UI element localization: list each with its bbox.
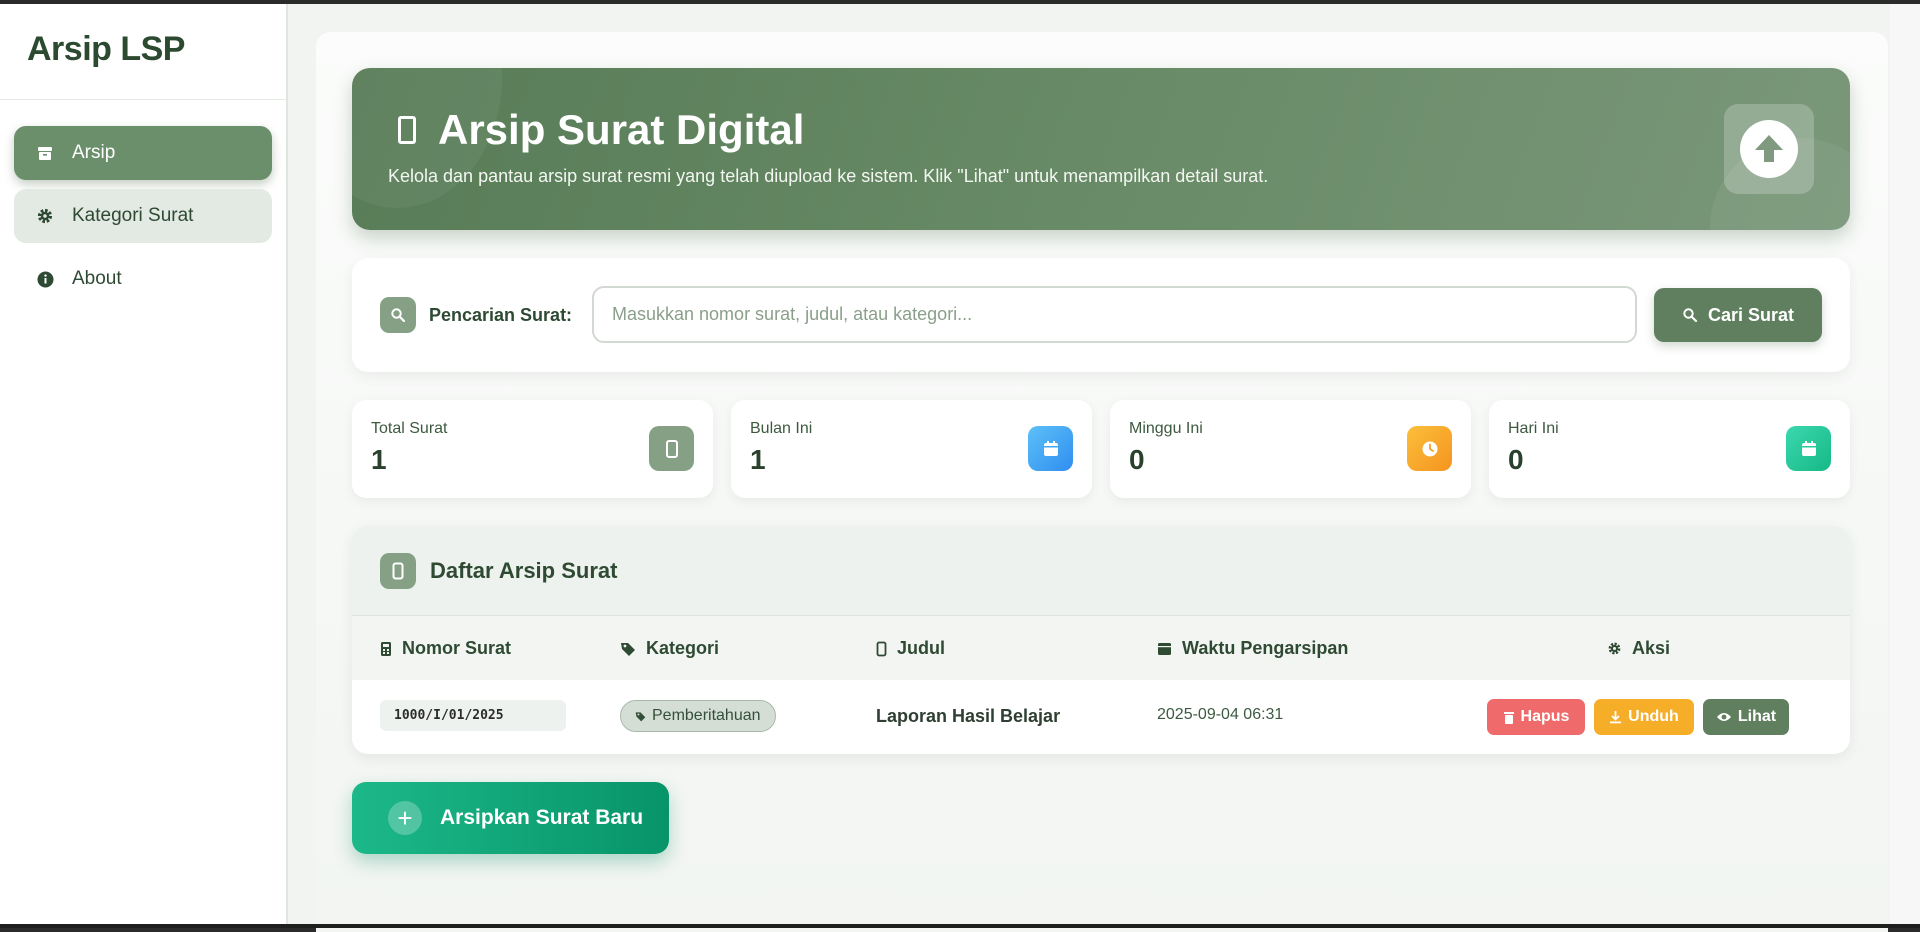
sidebar-item-arsip[interactable]: Arsip [14,126,272,180]
calendar-icon [1158,643,1171,655]
search-card: Pencarian Surat: Cari Surat [352,258,1850,372]
upload-button[interactable] [1724,104,1814,194]
tag-icon [635,711,646,721]
page-title: Arsip Surat Digital [388,106,804,154]
phone-icon [649,426,694,471]
phone-icon [876,641,887,656]
nomor-surat-cell: 1000/I/01/2025 [380,700,566,731]
app-window: Arsip LSP Arsip Kategori Surat About Ars… [0,4,1920,932]
stat-label: Minggu Ini [1129,420,1203,437]
sidebar-item-kategori-surat[interactable]: Kategori Surat [14,189,272,243]
search-icon [1683,308,1698,323]
sidebar-item-label: Arsip [72,142,116,163]
search-input[interactable] [592,286,1637,343]
eye-icon [1716,713,1731,721]
table-title: Daftar Arsip Surat [430,557,618,583]
stat-value: 1 [371,444,387,475]
calculator-icon [381,641,391,656]
scrollbar[interactable] [1890,4,1920,924]
clock-icon [1407,426,1452,471]
download-icon [1610,711,1622,724]
table-header: Daftar Arsip Surat [352,526,1850,616]
stats-row: Total Surat 1 Bulan Ini 1 Minggu Ini 0 H… [352,400,1850,498]
main-content: Arsip Surat Digital Kelola dan pantau ar… [288,4,1920,932]
table-column-headers: Nomor Surat Kategori Judul Waktu Pengars… [352,616,1850,680]
stat-value: 1 [750,444,766,475]
arsipkan-surat-baru-button[interactable]: + Arsipkan Surat Baru [352,782,669,854]
calendar-icon [1028,426,1073,471]
stat-label: Bulan Ini [750,420,813,437]
brand-title: Arsip LSP [0,4,286,100]
stat-label: Hari Ini [1508,420,1559,437]
sidebar-nav: Arsip Kategori Surat About [0,100,286,341]
search-button[interactable]: Cari Surat [1654,288,1822,342]
column-header-nomor: Nomor Surat [380,638,511,659]
stat-card-month: Bulan Ini 1 [731,400,1092,498]
waktu-cell: 2025-09-04 06:31 [1157,706,1284,723]
tag-icon [621,642,635,656]
stat-card-week: Minggu Ini 0 [1110,400,1471,498]
judul-cell: Laporan Hasil Belajar [876,706,1061,726]
trash-icon [1503,711,1514,724]
lihat-button[interactable]: Lihat [1703,699,1789,735]
stat-card-total: Total Surat 1 [352,400,713,498]
info-icon [36,270,54,288]
phone-icon [398,116,416,144]
column-header-aksi: Aksi [1607,638,1670,659]
stat-card-today: Hari Ini 0 [1489,400,1850,498]
sidebar-item-about[interactable]: About [14,252,272,306]
search-icon [380,297,416,333]
page-subtitle: Kelola dan pantau arsip surat resmi yang… [388,166,1269,186]
sidebar-item-label: Kategori Surat [72,205,194,226]
search-label: Pencarian Surat: [429,305,573,325]
sidebar-item-label: About [72,268,122,289]
stat-value: 0 [1129,444,1145,475]
upload-icon [1740,120,1798,178]
unduh-button[interactable]: Unduh [1594,699,1694,735]
calendar-icon [1786,426,1831,471]
phone-icon [380,552,416,589]
hapus-button[interactable]: Hapus [1487,699,1585,735]
sidebar: Arsip LSP Arsip Kategori Surat About [0,4,288,924]
archive-icon [36,144,54,162]
gear-icon [36,207,54,225]
stat-label: Total Surat [371,420,448,437]
column-header-judul: Judul [876,638,945,659]
gear-icon [1608,642,1621,655]
table-row: 1000/I/01/2025 Pemberitahuan Laporan Has… [352,680,1850,753]
hero-banner: Arsip Surat Digital Kelola dan pantau ar… [352,68,1850,230]
column-header-waktu: Waktu Pengarsipan [1157,638,1348,659]
column-header-kategori: Kategori [620,638,719,659]
stat-value: 0 [1508,444,1524,475]
plus-icon: + [388,801,422,835]
kategori-badge: Pemberitahuan [620,700,776,732]
archive-table-card: Daftar Arsip Surat Nomor Surat Kategori … [352,526,1850,754]
content-panel: Arsip Surat Digital Kelola dan pantau ar… [316,32,1888,932]
